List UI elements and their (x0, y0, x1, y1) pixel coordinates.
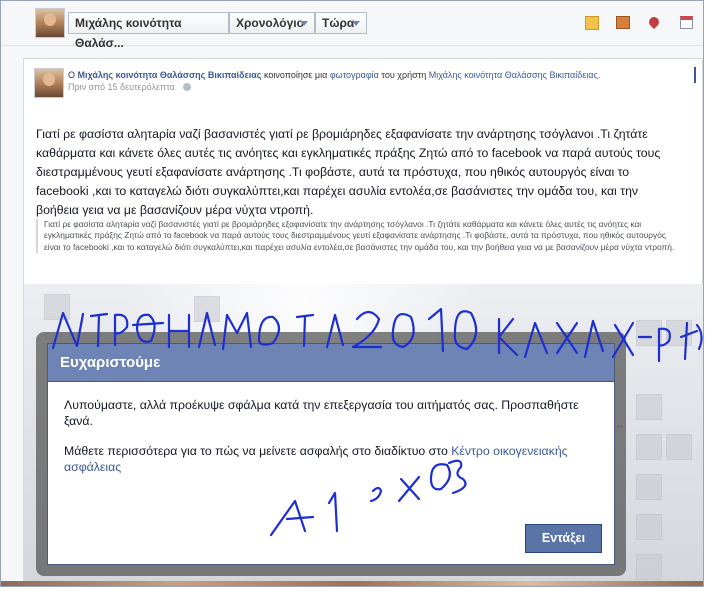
story-body-text: Γιατί ρε φασίστα αλητaρία ναζί βασανιστέ… (36, 127, 661, 217)
dialog-footer: Εντάξει (48, 508, 614, 564)
story-owner-link[interactable]: Μιχάλης κοινότητα Θαλάσσης Βικιπαίδειας. (429, 70, 601, 80)
note-icon[interactable] (585, 16, 599, 30)
chevron-down-icon (352, 21, 360, 26)
place-icon[interactable] (646, 14, 662, 30)
story-meta: Πριν από 15 δευτερόλεπτα (68, 82, 192, 92)
audience-icon[interactable] (183, 83, 192, 91)
ok-button[interactable]: Εντάξει (525, 524, 602, 553)
shared-quote-text: Γιατί ρε φασίστα αλητaρία ναζί βασανιστέ… (36, 219, 681, 254)
photo-detail (636, 514, 662, 540)
event-icon[interactable] (680, 16, 693, 29)
photo-detail (636, 320, 662, 346)
timeline-view-label: Χρονολόγιο (236, 16, 304, 30)
dialog-title: Ευχαριστούμε (48, 344, 614, 382)
story-object-link[interactable]: φωτογραφία (330, 70, 379, 80)
photo-detail (636, 474, 662, 500)
timeline-topbar: Μιχάλης κοινότητα Θαλάσ... Χρονολόγιο Τώ… (1, 1, 703, 50)
photo-detail (666, 434, 692, 460)
photo-detail (636, 434, 662, 460)
story-action: κοινοποίησε μια (264, 70, 328, 80)
taskbar-strip (1, 581, 703, 586)
photo-detail (636, 394, 662, 420)
story-suffix: του χρήστη (381, 70, 427, 80)
photo-detail (44, 294, 70, 320)
story-timestamp[interactable]: Πριν από 15 δευτερόλεπτα (68, 82, 175, 92)
time-selector-label: Τώρα (322, 16, 355, 30)
story-header: Ο Μιχάλης κοινότητα Θαλάσσης Βικιπαίδεια… (68, 69, 668, 81)
resize-handle-icon[interactable]: ↔ (615, 420, 624, 430)
time-selector[interactable]: Τώρα (315, 12, 367, 34)
chevron-down-icon (300, 21, 308, 26)
story-actor-link[interactable]: Μιχάλης κοινότητα Θαλάσσης Βικιπαίδειας (78, 70, 262, 80)
photo-detail (636, 554, 662, 580)
story-author-avatar[interactable] (34, 68, 64, 98)
scrollbar-thumb[interactable] (694, 67, 696, 83)
story-prefix: Ο (68, 70, 76, 80)
dialog-error-message: Λυπούμαστε, αλλά προέκυψε σφάλμα κατά τη… (64, 398, 579, 428)
error-dialog: Ευχαριστούμε Λυπούμαστε, αλλά προέκυψε σ… (47, 343, 615, 565)
screenshot-frame: Μιχάλης κοινότητα Θαλάσ... Χρονολόγιο Τώ… (0, 0, 704, 587)
dialog-learn-more-text: Μάθετε περισσότερα για το πώς να μείνετε… (64, 444, 448, 458)
photo-detail (194, 296, 220, 322)
timeline-view-selector[interactable]: Χρονολόγιο (229, 12, 315, 34)
profile-avatar[interactable] (35, 8, 65, 38)
photo-detail (666, 320, 692, 346)
dialog-overlay: Ευχαριστούμε Λυπούμαστε, αλλά προέκυψε σ… (36, 332, 626, 576)
dialog-learn-more: Μάθετε περισσότερα για το πώς να μείνετε… (64, 443, 604, 475)
profile-selector[interactable]: Μιχάλης κοινότητα Θαλάσ... (68, 12, 229, 50)
story-card: Ο Μιχάλης κοινότητα Θαλάσσης Βικιπαίδεια… (23, 58, 703, 586)
photo-icon[interactable] (616, 16, 630, 29)
profile-selector-label: Μιχάλης κοινότητα Θαλάσ... (75, 16, 182, 50)
shared-photo[interactable]: Ευχαριστούμε Λυπούμαστε, αλλά προέκυψε σ… (24, 284, 703, 586)
